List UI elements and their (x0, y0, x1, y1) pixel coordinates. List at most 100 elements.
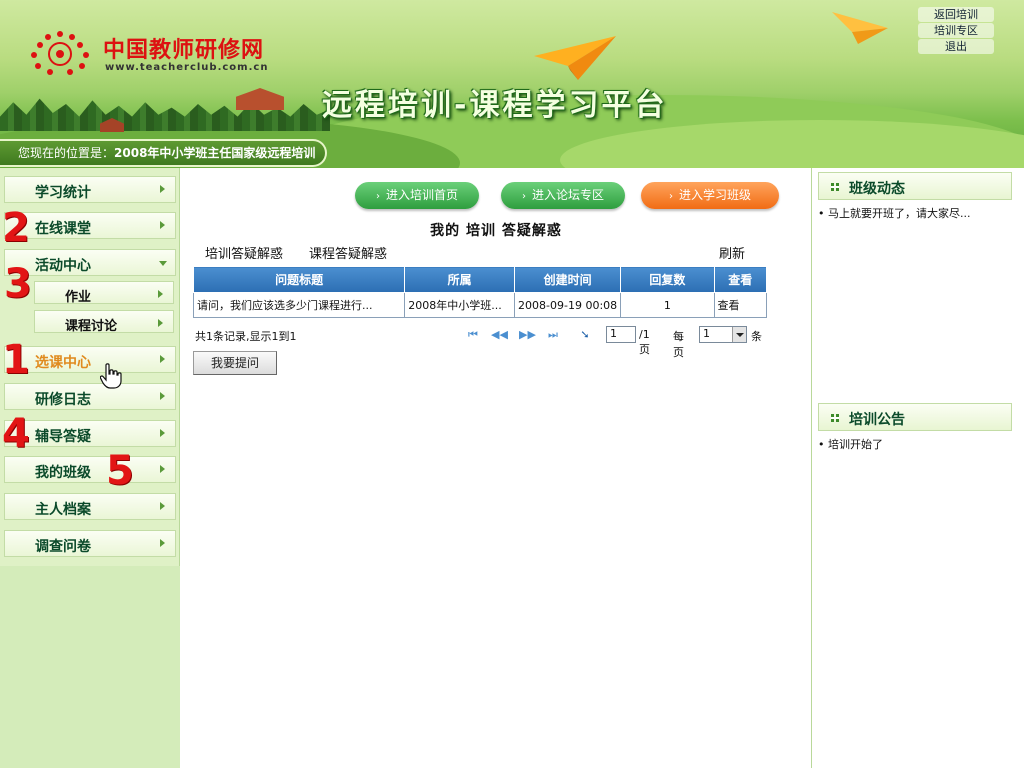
site-url: www.teacherclub.com.cn (105, 62, 269, 73)
record-count: 共1条记录,显示1到1 (195, 330, 297, 343)
chevron-down-icon (732, 327, 746, 342)
breadcrumb-prefix: 您现在的位置是： (18, 146, 115, 160)
chevron-down-icon (159, 261, 167, 266)
notice-text: 培训开始了 (828, 438, 883, 451)
tab-training-qa[interactable]: 培训答疑解惑 (205, 243, 283, 262)
question-title-cell[interactable]: 请问，我们应该选多少门课程进行... (192, 292, 406, 318)
column-header: 问题标题 (192, 266, 406, 293)
tab-course-qa[interactable]: 课程答疑解惑 (309, 243, 387, 262)
ask-question-button[interactable]: 我要提问 (193, 351, 277, 375)
sidebar-item-label: 在线课堂 (35, 221, 91, 237)
header-banner: 中国教师研修网 www.teacherclub.com.cn 远程培训-课程学习… (0, 0, 1024, 168)
top-links: 返回培训 培训专区 退出 (918, 7, 994, 55)
paper-plane-icon (832, 12, 888, 44)
notice-item[interactable]: • 培训开始了 (818, 436, 1012, 452)
next-page-icon[interactable]: ▶▶ (519, 328, 536, 342)
breadcrumb: 您现在的位置是：2008年中小学班主任国家级远程培训 (0, 139, 328, 167)
sidebar-item-label: 主人档案 (35, 502, 91, 518)
chevron-right-icon (160, 355, 165, 363)
annotation-number: 4 (2, 411, 30, 457)
sidebar-item-survey[interactable]: 调查问卷 (4, 530, 176, 557)
chevron-right-icon (160, 185, 165, 193)
platform-title: 远程培训-课程学习平台 (322, 88, 668, 123)
button-label: 进入学习班级 (678, 188, 751, 202)
right-panel: 班级动态 • 马上就要开班了，请大家尽... 培训公告 • 培训开始了 (811, 168, 1024, 768)
prev-page-icon[interactable]: ◀◀ (491, 328, 508, 342)
table-row: 请问，我们应该选多少门课程进行... 2008年中小学班... 2008-09-… (192, 292, 767, 318)
per-page-unit: 条 (751, 330, 762, 343)
chevron-right-icon (158, 290, 163, 298)
chevron-right-icon (160, 429, 165, 437)
sidebar-item-study-log[interactable]: 研修日志 (4, 383, 176, 410)
per-page-value: 1 (703, 327, 710, 340)
first-page-icon[interactable]: ⏮ (465, 328, 481, 342)
notice-title: 培训公告 (849, 412, 905, 428)
class-news-title: 班级动态 (849, 181, 905, 197)
sidebar-item-label: 作业 (65, 290, 92, 305)
column-header: 查看 (713, 266, 767, 293)
sidebar-item-label: 活动中心 (35, 258, 91, 274)
main-content: › 进入培训首页 › 进入论坛专区 › 进入学习班级 我的 培训 答疑解惑 培训答疑解… (181, 168, 811, 768)
forum-zone-button[interactable]: › 进入论坛专区 (501, 182, 625, 209)
sidebar-item-label: 我的班级 (35, 465, 91, 481)
page-number-input[interactable]: 1 (606, 326, 636, 343)
annotation-number: 1 (2, 337, 30, 383)
table-header-row: 问题标题 所属 创建时间 回复数 查看 (192, 266, 767, 293)
notice-header: 培训公告 (818, 403, 1012, 431)
back-to-training-link[interactable]: 返回培训 (918, 7, 994, 22)
sidebar: 学习统计 在线课堂 活动中心 作业 课程讨论 选课中心 研修日志 辅导答疑 我的… (0, 168, 180, 768)
column-header: 创建时间 (514, 266, 622, 293)
sidebar-item-my-class[interactable]: 我的班级 (4, 456, 176, 483)
page: { "header": { "site_name": "中国教师研修网", "s… (0, 0, 1024, 768)
qa-table: 问题标题 所属 创建时间 回复数 查看 请问，我们应该选多少门课程进行... 2… (192, 266, 767, 318)
sidebar-item-label: 学习统计 (35, 185, 91, 201)
hand-cursor-icon (100, 363, 122, 389)
breadcrumb-current: 2008年中小学班主任国家级远程培训 (114, 146, 316, 160)
chevron-right-icon (160, 465, 165, 473)
chevron-right-icon: › (521, 191, 526, 202)
column-header: 所属 (404, 266, 516, 293)
grid-bullet-icon (831, 183, 839, 191)
chevron-right-icon (158, 319, 163, 327)
per-page-label: 每页 (673, 330, 684, 359)
column-header: 回复数 (620, 266, 715, 293)
chevron-right-icon (160, 539, 165, 547)
button-label: 进入培训首页 (385, 188, 458, 202)
chevron-right-icon: › (668, 191, 673, 202)
annotation-number: 3 (4, 261, 32, 307)
go-page-icon[interactable]: ➘ (577, 328, 593, 342)
sidebar-item-label: 选课中心 (35, 355, 91, 371)
training-home-button[interactable]: › 进入培训首页 (355, 182, 479, 209)
sidebar-empty-area (0, 566, 180, 768)
chevron-right-icon (160, 502, 165, 510)
logout-link[interactable]: 退出 (918, 39, 994, 54)
last-page-icon[interactable]: ⏭ (545, 328, 561, 342)
site-name: 中国教师研修网 (103, 37, 265, 63)
sidebar-subitem-homework[interactable]: 作业 (34, 281, 174, 305)
sidebar-item-label: 辅导答疑 (35, 429, 91, 445)
sidebar-subitem-course-discussion[interactable]: 课程讨论 (34, 310, 174, 334)
annotation-number: 2 (2, 205, 30, 251)
banner-house (236, 88, 284, 110)
class-news-text: 马上就要开班了，请大家尽... (828, 207, 971, 220)
study-class-button[interactable]: › 进入学习班级 (641, 182, 779, 209)
per-page-select[interactable]: 1 (699, 326, 747, 343)
sidebar-item-profile[interactable]: 主人档案 (4, 493, 176, 520)
sidebar-item-label: 调查问卷 (35, 539, 91, 555)
belongs-to-cell: 2008年中小学班... (404, 292, 516, 318)
class-news-item[interactable]: • 马上就要开班了，请大家尽... (818, 205, 1012, 221)
button-label: 进入论坛专区 (531, 188, 604, 202)
chevron-right-icon: › (375, 191, 380, 202)
refresh-link[interactable]: 刷新 (719, 243, 745, 262)
sidebar-item-label: 研修日志 (35, 392, 91, 408)
sidebar-item-label: 课程讨论 (65, 319, 118, 334)
created-time-cell: 2008-09-19 00:08 (514, 292, 622, 318)
annotation-number: 5 (106, 448, 134, 494)
paper-plane-icon (534, 36, 616, 80)
reply-count-cell: 1 (620, 292, 715, 318)
total-pages: /1页 (639, 328, 650, 356)
sidebar-item-study-stats[interactable]: 学习统计 (4, 176, 176, 203)
view-link[interactable]: 查看 (713, 292, 767, 318)
training-zone-link[interactable]: 培训专区 (918, 23, 994, 38)
chevron-right-icon (160, 221, 165, 229)
